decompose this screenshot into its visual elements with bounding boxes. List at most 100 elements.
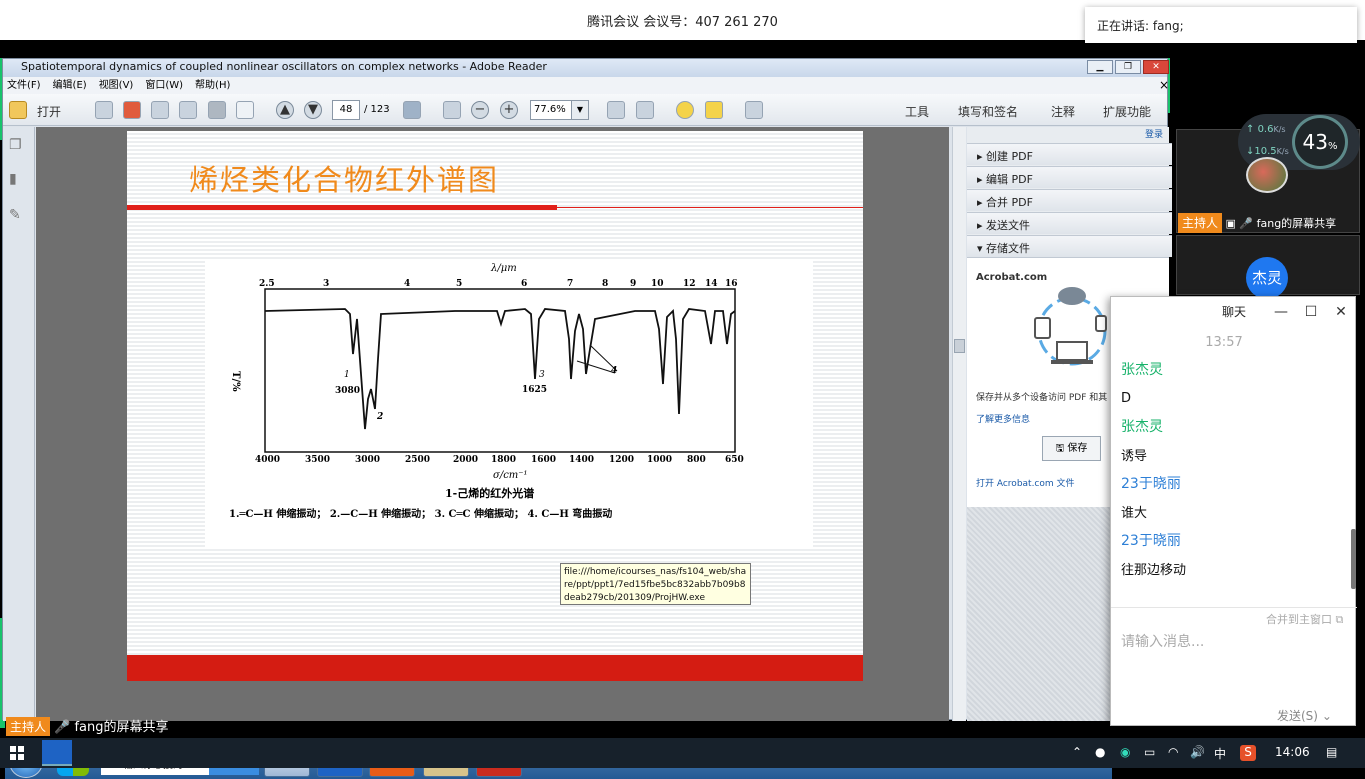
- page-number-input[interactable]: 48: [332, 100, 360, 120]
- popout-icon: ⧉: [1335, 613, 1344, 626]
- volume-icon[interactable]: 🔊: [1190, 745, 1205, 759]
- disk-icon: 🖫: [1055, 443, 1068, 454]
- tab-comment[interactable]: 注释: [1051, 103, 1075, 120]
- menu-edit[interactable]: 编辑(E): [53, 80, 87, 91]
- store-files-item[interactable]: ▾ 存储文件: [967, 235, 1172, 257]
- battery-icon[interactable]: ▭: [1144, 745, 1155, 759]
- bottom-tick-label: 4000: [255, 455, 280, 465]
- close-icon[interactable]: ✕: [1333, 304, 1349, 320]
- chat-message: 谁大: [1121, 506, 1148, 521]
- peak-label-3: 3: [539, 370, 545, 380]
- reader-toolbar: 打开 ▲ ▼ 48 / 123 − + 77.6% ▼ 工具 填写和签名 注释 …: [3, 94, 1167, 126]
- login-link[interactable]: 登录: [967, 127, 1169, 143]
- ime-icon[interactable]: 中: [1214, 745, 1226, 762]
- chevron-down-icon: ⌄: [1321, 709, 1332, 723]
- select-cursor-icon[interactable]: [403, 101, 421, 119]
- slide-title: 烯烃类化合物红外谱图: [189, 163, 500, 197]
- combine-pdf-item[interactable]: ▸ 合并 PDF: [967, 189, 1172, 211]
- top-tick-label: 2.5: [259, 279, 275, 289]
- doc-close-x[interactable]: ×: [1159, 77, 1169, 94]
- fit-page-icon[interactable]: [607, 101, 625, 119]
- top-tick-label: 10: [651, 279, 664, 289]
- tab-fill-sign[interactable]: 填写和签名: [958, 103, 1018, 120]
- chevron-up-icon[interactable]: ⌃: [1072, 745, 1082, 759]
- pdf-icon[interactable]: [123, 101, 141, 119]
- top-axis-label: λ/μm: [490, 263, 517, 274]
- cpu-usage: 43%: [1292, 115, 1348, 169]
- ir-spectrum-figure: λ/μm 2.5 3 4 5 6 7 8 9 10 12 14 16 1 3080 2 3 1625 …: [205, 259, 813, 549]
- bookmark-icon[interactable]: ▮: [9, 171, 27, 189]
- learn-more-link[interactable]: 了解更多信息: [976, 412, 1030, 425]
- save-label: 保存: [1067, 443, 1088, 454]
- comment-icon[interactable]: [676, 101, 694, 119]
- top-tick-label: 3: [323, 279, 329, 289]
- bottom-tick-label: 3500: [305, 455, 330, 465]
- fit-width-icon[interactable]: [636, 101, 654, 119]
- wifi-icon[interactable]: ◠: [1168, 745, 1178, 759]
- close-button[interactable]: ✕: [1143, 60, 1169, 74]
- zoom-in-icon[interactable]: +: [500, 101, 518, 119]
- reader-titlebar: Spatiotemporal dynamics of coupled nonli…: [3, 59, 1169, 77]
- minimize-button[interactable]: ▁: [1087, 60, 1113, 74]
- send-files-item[interactable]: ▸ 发送文件: [967, 212, 1172, 234]
- tab-tools[interactable]: 工具: [905, 103, 929, 120]
- meeting-taskbar-icon[interactable]: [42, 740, 72, 766]
- left-nav-pane: ❐ ▮ ✎: [3, 127, 35, 721]
- merge-to-main-link[interactable]: 合并到主窗口 ⧉: [1266, 611, 1343, 627]
- chevron-down-icon[interactable]: ▼: [571, 100, 589, 120]
- windows-start-icon[interactable]: [10, 746, 24, 760]
- email-icon[interactable]: [236, 101, 254, 119]
- print-icon[interactable]: [208, 101, 226, 119]
- pages-icon[interactable]: ❐: [9, 137, 27, 155]
- slide-footer-bar: [127, 655, 863, 681]
- bottom-tick-label: 3000: [355, 455, 380, 465]
- chat-input[interactable]: 请输入消息...: [1121, 631, 1204, 651]
- host-badge-2: 主持人: [1178, 213, 1223, 233]
- prev-page-icon[interactable]: ▲: [276, 101, 294, 119]
- open-acrobat-link[interactable]: 打开 Acrobat.com 文件: [976, 476, 1075, 489]
- top-tick-label: 4: [404, 279, 410, 289]
- vertical-scrollbar[interactable]: [952, 127, 966, 721]
- bottom-ticks: 4000 3500 3000 2500 2000 1800 1600 1400 1200 1000…: [255, 455, 744, 465]
- clock[interactable]: 14:06: [1275, 745, 1310, 759]
- chat-scrollbar[interactable]: [1351, 529, 1356, 589]
- create-pdf-item[interactable]: ▸ 创建 PDF: [967, 143, 1172, 165]
- save-disk-icon[interactable]: [179, 101, 197, 119]
- zoom-tool-icon[interactable]: [443, 101, 461, 119]
- y-axis-label: T/%: [230, 371, 241, 392]
- host-video-label: 主持人 ▣ 🎤 fang的屏幕共享: [1178, 213, 1358, 233]
- open-folder-icon[interactable]: [9, 101, 27, 119]
- create-pdf-icon[interactable]: [95, 101, 113, 119]
- top-ticks: 2.5 3 4 5 6 7 8 9 10 12 14 16: [259, 279, 738, 289]
- maximize-button[interactable]: ❐: [1115, 60, 1141, 74]
- maximize-icon[interactable]: ☐: [1303, 304, 1319, 320]
- open-label[interactable]: 打开: [37, 103, 61, 120]
- peak-label-1: 1: [344, 370, 350, 380]
- title-underline: [127, 205, 557, 210]
- menu-view[interactable]: 视图(V): [99, 80, 134, 91]
- top-tick-label: 16: [725, 279, 738, 289]
- notification-icon[interactable]: ▤: [1326, 745, 1337, 759]
- next-page-icon[interactable]: ▼: [304, 101, 322, 119]
- edit-pdf-item[interactable]: ▸ 编辑 PDF: [967, 166, 1172, 188]
- send-button[interactable]: 发送(S) ⌄: [1277, 707, 1332, 724]
- sogou-icon[interactable]: S: [1240, 745, 1256, 761]
- fullscreen-icon[interactable]: [745, 101, 763, 119]
- minimize-icon[interactable]: —: [1273, 304, 1289, 320]
- chat-sender: 张杰灵: [1121, 419, 1163, 435]
- highlight-icon[interactable]: [705, 101, 723, 119]
- menu-help[interactable]: 帮助(H): [195, 80, 230, 91]
- edit-icon[interactable]: [151, 101, 169, 119]
- menu-window[interactable]: 窗口(W): [145, 80, 183, 91]
- host-video-name: fang的屏幕共享: [1256, 217, 1337, 230]
- presenter-label: 主持人 🎤 fang的屏幕共享: [6, 716, 169, 736]
- chat-sender: 23于晓丽: [1121, 476, 1181, 492]
- tab-extended[interactable]: 扩展功能: [1103, 103, 1151, 120]
- save-button[interactable]: 🖫 保存: [1042, 436, 1101, 461]
- qq-icon[interactable]: ●: [1095, 745, 1105, 759]
- menu-file[interactable]: 文件(F): [7, 80, 41, 91]
- zoom-out-icon[interactable]: −: [471, 101, 489, 119]
- attachment-icon[interactable]: ✎: [9, 207, 27, 225]
- scroll-thumb[interactable]: [954, 339, 965, 353]
- security-icon[interactable]: ◉: [1120, 745, 1130, 759]
